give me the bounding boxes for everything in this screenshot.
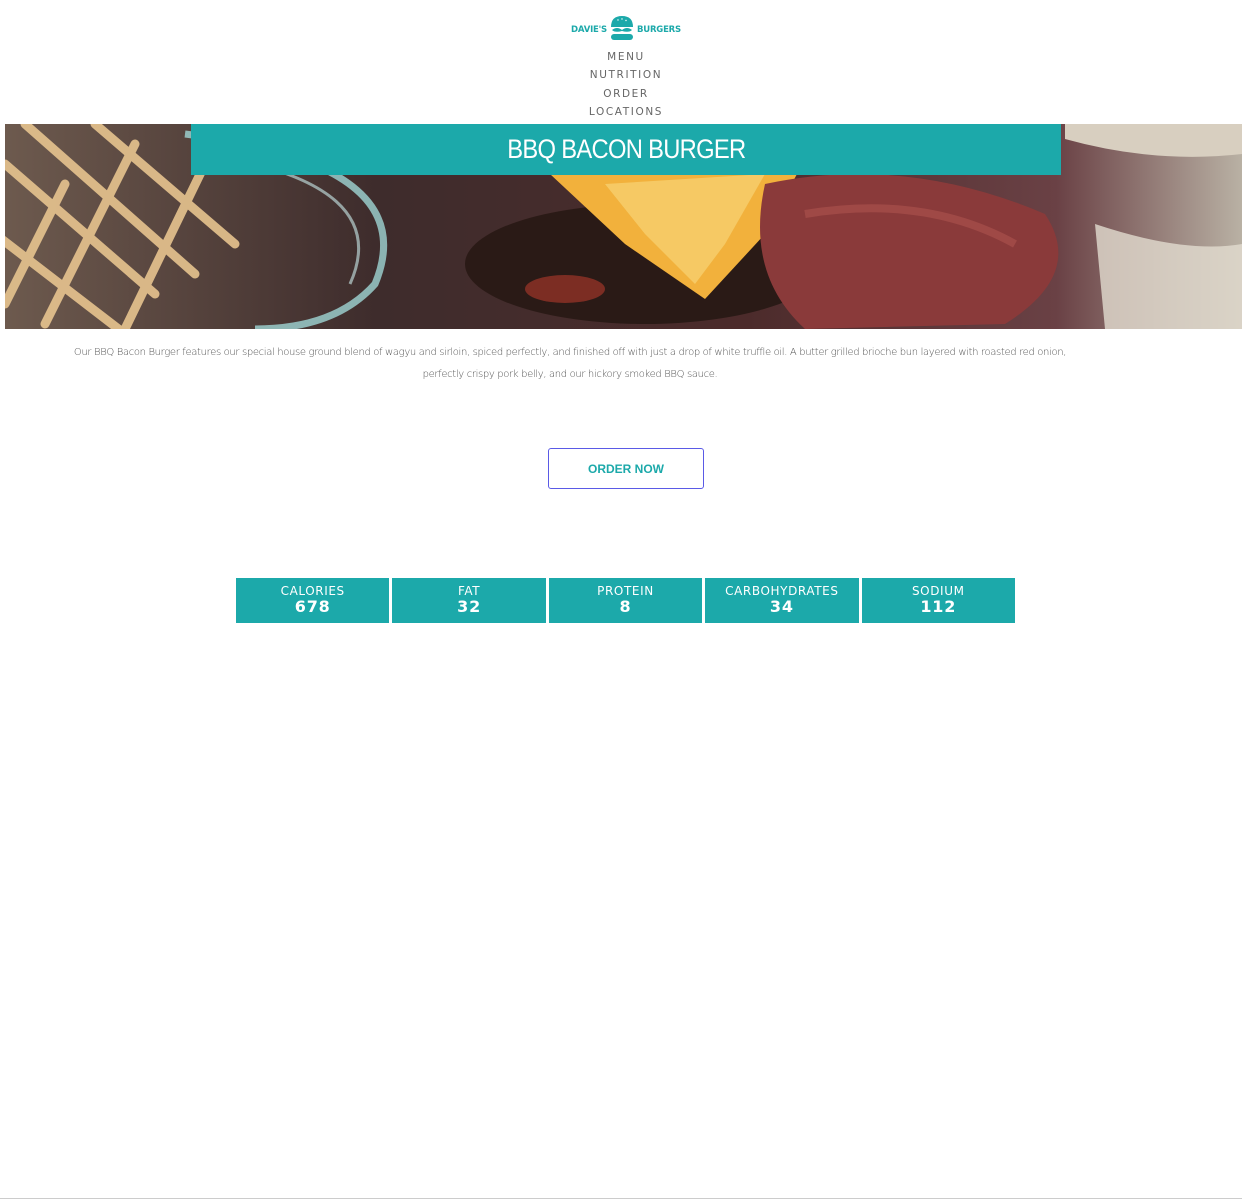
page-title: BBQ BACON BURGER: [506, 134, 746, 164]
logo-right-word: BURGERS: [636, 24, 681, 35]
burger-description: Our BBQ Bacon Burger features our specia…: [73, 347, 1067, 380]
nutrition-facts: CALORIES 678 FAT 32 PROTEIN 8 CARBOHYDRA…: [236, 578, 1015, 623]
burger-mustache-icon: [610, 16, 633, 40]
nav-item-nutrition[interactable]: NUTRITION: [0, 66, 1242, 84]
nutrition-value: 32: [457, 597, 482, 616]
hero-banner: BBQ BACON BURGER: [5, 124, 1242, 329]
nutrition-value: 34: [769, 597, 794, 616]
nutrition-label: CARBOHYDRATES: [725, 584, 839, 598]
nav-item-locations[interactable]: LOCATIONS: [0, 103, 1242, 121]
nutrition-protein: PROTEIN 8: [548, 578, 703, 623]
nutrition-value: 112: [920, 597, 957, 616]
nutrition-label: FAT: [457, 584, 481, 598]
nav-item-order[interactable]: ORDER: [0, 85, 1242, 103]
nutrition-fat: FAT 32: [392, 578, 546, 623]
nutrition-sodium: SODIUM 112: [861, 578, 1015, 623]
nutrition-value: 8: [619, 597, 632, 616]
order-now-button[interactable]: ORDER NOW: [548, 448, 704, 489]
hero-title-bar: BBQ BACON BURGER: [191, 124, 1061, 175]
footer-divider: [0, 1198, 1242, 1199]
main-nav: MENU NUTRITION ORDER LOCATIONS: [0, 48, 1242, 122]
nutrition-calories: CALORIES 678: [236, 578, 390, 623]
logo-left-word: DAVIE'S: [571, 24, 607, 35]
nutrition-carbohydrates: CARBOHYDRATES 34: [705, 578, 859, 623]
nutrition-label: CALORIES: [280, 584, 345, 598]
nutrition-value: 678: [294, 597, 331, 616]
nav-item-menu[interactable]: MENU: [0, 48, 1242, 66]
nutrition-label: PROTEIN: [597, 584, 654, 598]
nutrition-label: SODIUM: [911, 584, 965, 598]
site-logo[interactable]: DAVIE'S BURGERS: [0, 14, 1242, 42]
